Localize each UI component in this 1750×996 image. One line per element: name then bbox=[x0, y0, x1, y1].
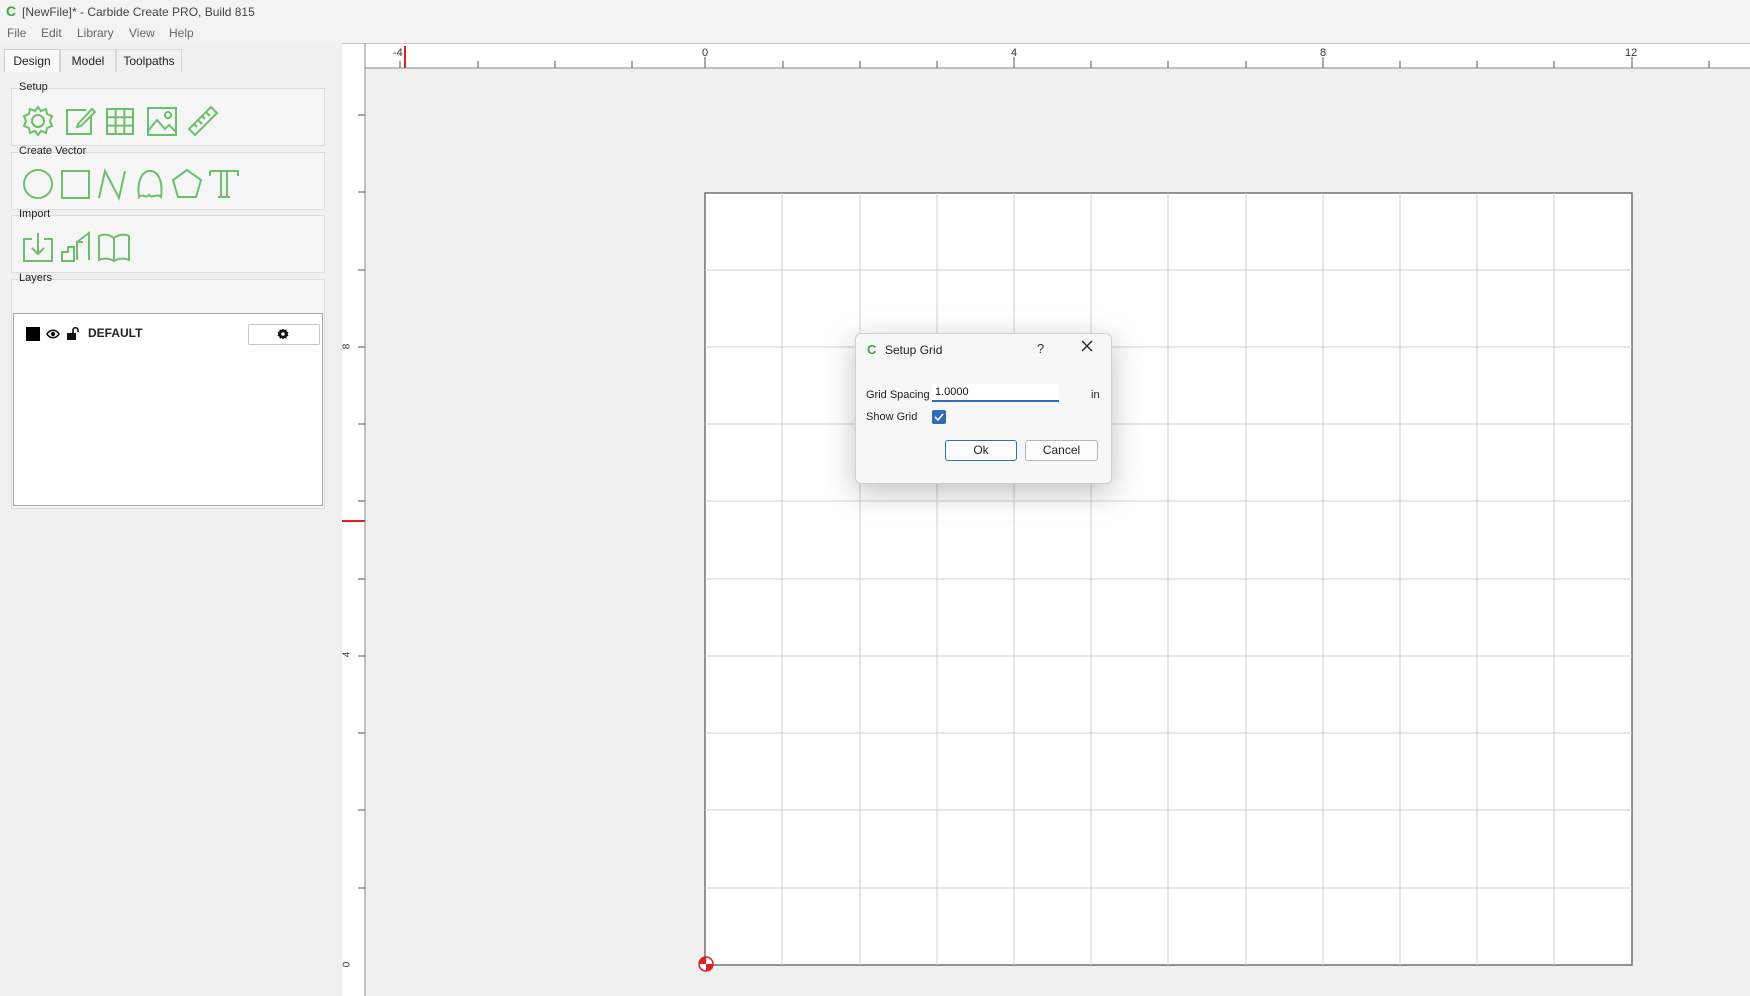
ruler-x-label: 0 bbox=[702, 47, 709, 59]
ruler-icon[interactable] bbox=[186, 104, 220, 138]
menu-library[interactable]: Library bbox=[77, 26, 114, 40]
library-icon[interactable] bbox=[97, 230, 131, 264]
menu-view[interactable]: View bbox=[129, 26, 155, 40]
polyline-icon[interactable] bbox=[95, 167, 129, 201]
layer-color-swatch[interactable] bbox=[26, 327, 40, 341]
eye-icon[interactable] bbox=[46, 328, 60, 340]
unlock-icon[interactable] bbox=[66, 327, 79, 341]
layer-settings-button[interactable] bbox=[248, 324, 320, 345]
ruler-y-label: 0 bbox=[341, 961, 353, 968]
title-bar: C [NewFile]* - Carbide Create PRO, Build… bbox=[0, 0, 1750, 22]
import-bitmap-icon[interactable] bbox=[59, 230, 93, 264]
show-grid-label: Show Grid bbox=[866, 411, 918, 423]
tab-design[interactable]: Design bbox=[4, 49, 60, 72]
ruler-y-label: 4 bbox=[341, 651, 353, 658]
rectangle-icon[interactable] bbox=[58, 167, 92, 201]
layer-gear-icon bbox=[277, 328, 289, 340]
ruler-x-label: 4 bbox=[1011, 47, 1018, 59]
dialog-logo-icon: C bbox=[867, 342, 877, 357]
close-icon[interactable] bbox=[1079, 338, 1095, 354]
menu-file[interactable]: File bbox=[7, 26, 26, 40]
setup-grid-dialog: C Setup Grid ? Grid Spacing in Show Grid… bbox=[855, 333, 1112, 484]
setup-label: Setup bbox=[19, 81, 48, 93]
ruler-x-label: -4 bbox=[393, 47, 403, 59]
unit-label: in bbox=[1091, 389, 1100, 401]
left-panel: Design Model Toolpaths Setup Create Vect… bbox=[4, 43, 328, 996]
panel-tabs: Design Model Toolpaths bbox=[4, 49, 328, 73]
layer-row[interactable]: DEFAULT bbox=[26, 324, 320, 345]
layers-list: DEFAULT bbox=[13, 313, 323, 506]
tab-model[interactable]: Model bbox=[60, 49, 116, 72]
gear-icon[interactable] bbox=[21, 104, 55, 138]
edit-icon[interactable] bbox=[62, 104, 96, 138]
curve-icon[interactable] bbox=[133, 167, 167, 201]
design-canvas[interactable]: -4 0 4 8 12 8 4 0 bbox=[341, 43, 1750, 996]
ruler-y-label: 8 bbox=[341, 343, 353, 350]
tab-toolpaths[interactable]: Toolpaths bbox=[116, 49, 182, 72]
ruler-x-label: 8 bbox=[1320, 47, 1327, 59]
layers-label: Layers bbox=[19, 272, 53, 284]
circle-icon[interactable] bbox=[21, 167, 55, 201]
grid-spacing-label: Grid Spacing bbox=[866, 389, 930, 401]
checkmark-icon bbox=[934, 413, 944, 422]
dialog-title: Setup Grid bbox=[885, 343, 943, 357]
cancel-button[interactable]: Cancel bbox=[1025, 440, 1098, 461]
grid-spacing-input[interactable] bbox=[932, 384, 1059, 402]
import-icon[interactable] bbox=[21, 230, 55, 264]
menu-bar: File Edit Library View Help bbox=[0, 22, 1750, 43]
show-grid-checkbox[interactable] bbox=[932, 410, 946, 424]
menu-help[interactable]: Help bbox=[169, 26, 194, 40]
window-title: [NewFile]* - Carbide Create PRO, Build 8… bbox=[22, 5, 255, 19]
text-icon[interactable] bbox=[207, 167, 241, 201]
layer-name: DEFAULT bbox=[88, 326, 143, 340]
vertical-ruler bbox=[342, 43, 365, 996]
horizontal-ruler bbox=[342, 43, 1750, 68]
import-label: Import bbox=[19, 208, 51, 220]
help-button[interactable]: ? bbox=[1037, 341, 1044, 356]
workspace-grid bbox=[704, 192, 1633, 966]
ruler-x-label: 12 bbox=[1625, 47, 1638, 59]
ok-button[interactable]: Ok bbox=[945, 440, 1017, 461]
create-vector-label: Create Vector bbox=[19, 145, 87, 157]
polygon-icon[interactable] bbox=[170, 167, 204, 201]
origin-marker-icon bbox=[698, 956, 714, 972]
grid-icon[interactable] bbox=[103, 104, 137, 138]
menu-edit[interactable]: Edit bbox=[41, 26, 62, 40]
app-logo-icon: C bbox=[6, 3, 17, 19]
image-icon[interactable] bbox=[145, 104, 179, 138]
